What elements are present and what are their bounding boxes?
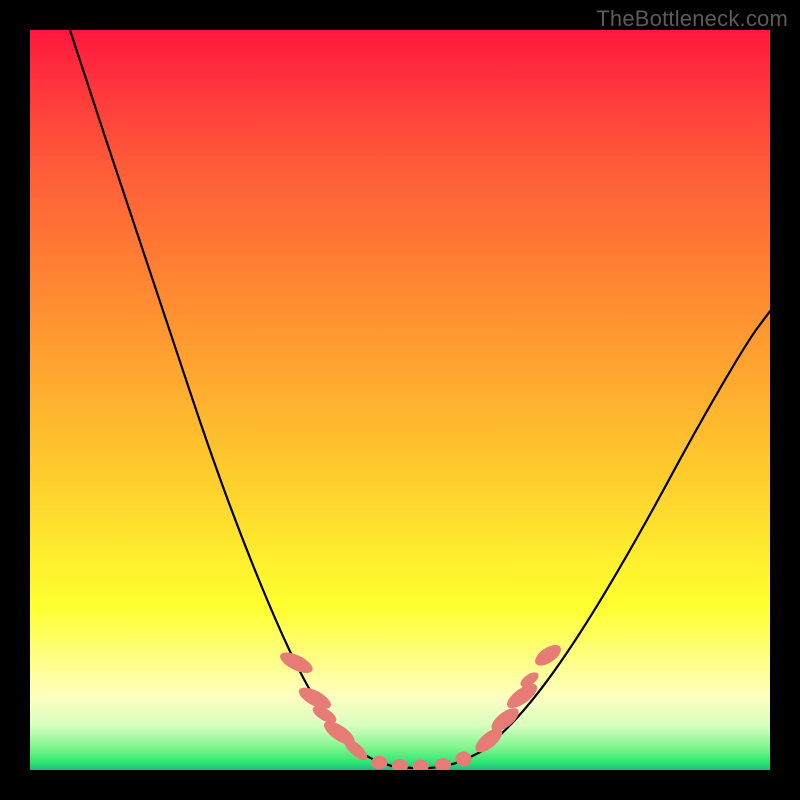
watermark-text: TheBottleneck.com: [596, 6, 788, 32]
chart-plot-area: [30, 30, 770, 770]
data-marker: [392, 759, 408, 770]
bottleneck-curve: [70, 30, 770, 768]
data-marker: [371, 756, 387, 769]
data-marker: [341, 735, 371, 764]
data-marker: [413, 760, 429, 770]
data-marker: [277, 648, 315, 677]
data-marker: [435, 758, 451, 770]
data-marker: [454, 750, 473, 767]
marker-group: [277, 641, 564, 770]
chart-svg: [30, 30, 770, 770]
